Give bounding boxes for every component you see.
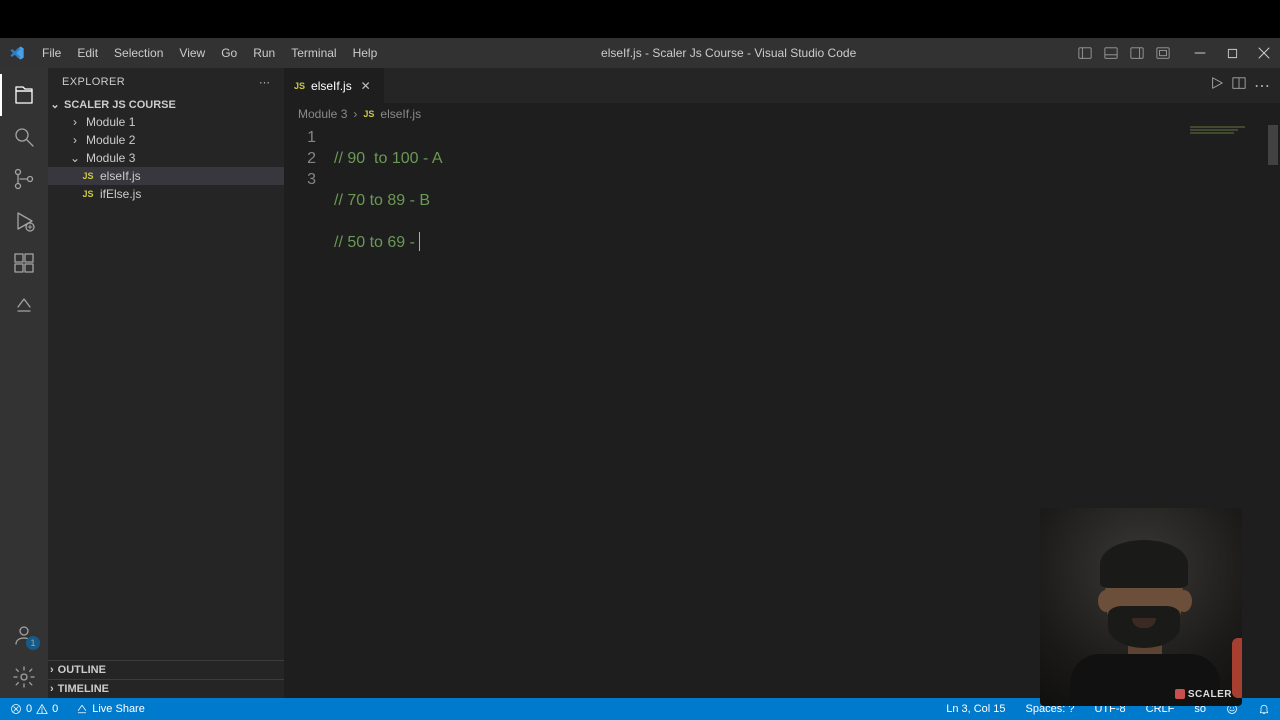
chevron-down-icon: ⌄: [70, 151, 80, 165]
maximize-button[interactable]: [1216, 38, 1248, 68]
vertical-scrollbar[interactable]: [1266, 125, 1280, 698]
scaler-logo: SCALER: [1175, 689, 1232, 700]
chevron-right-icon: ›: [70, 115, 80, 129]
explorer-label: EXPLORER: [62, 76, 125, 88]
status-live-share[interactable]: Live Share: [72, 703, 149, 715]
chevron-down-icon: ⌄: [50, 98, 60, 111]
status-problems[interactable]: 0 0: [6, 703, 62, 715]
panel-right-icon[interactable]: [1124, 38, 1150, 68]
menu-view[interactable]: View: [171, 46, 213, 60]
outline-label: OUTLINE: [58, 664, 106, 676]
run-debug-icon[interactable]: [0, 200, 48, 242]
split-editor-icon[interactable]: [1232, 76, 1246, 95]
chevron-right-icon: ›: [50, 683, 54, 695]
folder-label: Module 1: [86, 115, 135, 129]
project-name: SCALER JS COURSE: [64, 99, 176, 111]
menu-go[interactable]: Go: [213, 46, 245, 60]
folder-module3[interactable]: ⌄ Module 3: [48, 149, 284, 167]
tab-elseif[interactable]: JS elseIf.js ✕: [284, 68, 385, 103]
code-line: // 90 to 100 - A: [334, 150, 443, 167]
webcam-overlay: SCALER: [1040, 508, 1242, 706]
project-root[interactable]: ⌄ SCALER JS COURSE: [48, 96, 284, 113]
tab-more-icon[interactable]: ⋯: [1254, 76, 1270, 96]
error-count: 0: [26, 703, 32, 715]
window-title: elseIf.js - Scaler Js Course - Visual St…: [385, 46, 1072, 60]
explorer-more-icon[interactable]: ⋯: [259, 76, 270, 89]
menu-run[interactable]: Run: [245, 46, 283, 60]
extensions-icon[interactable]: [0, 242, 48, 284]
search-icon[interactable]: [0, 116, 48, 158]
outline-section[interactable]: › OUTLINE: [48, 660, 284, 679]
layout-customize-icon[interactable]: [1150, 38, 1176, 68]
file-ifelse[interactable]: JS ifElse.js: [48, 185, 284, 203]
line-gutter: 1 2 3: [284, 125, 334, 698]
timeline-label: TIMELINE: [58, 683, 109, 695]
js-file-icon: JS: [294, 81, 305, 91]
status-cursor[interactable]: Ln 3, Col 15: [942, 703, 1009, 715]
menu-file[interactable]: File: [34, 46, 69, 60]
menu-terminal[interactable]: Terminal: [283, 46, 344, 60]
file-label: ifElse.js: [100, 187, 141, 201]
breadcrumb-folder[interactable]: Module 3: [298, 107, 347, 121]
chevron-right-icon: ›: [50, 664, 54, 676]
panel-left-icon[interactable]: [1072, 38, 1098, 68]
file-elseif[interactable]: JS elseIf.js: [48, 167, 284, 185]
vscode-logo-icon: [0, 45, 34, 61]
editor-tabs: JS elseIf.js ✕ ⋯: [284, 68, 1280, 103]
timeline-section[interactable]: › TIMELINE: [48, 679, 284, 698]
live-share-label: Live Share: [92, 703, 145, 715]
account-badge: 1: [26, 636, 40, 650]
code-line: // 50 to 69 -: [334, 234, 419, 251]
folder-label: Module 3: [86, 151, 135, 165]
panel-bottom-icon[interactable]: [1098, 38, 1124, 68]
chevron-right-icon: ›: [70, 133, 80, 147]
js-file-icon: JS: [82, 188, 94, 200]
folder-module2[interactable]: › Module 2: [48, 131, 284, 149]
text-cursor: [419, 232, 420, 251]
file-label: elseIf.js: [100, 169, 141, 183]
folder-module1[interactable]: › Module 1: [48, 113, 284, 131]
tab-label: elseIf.js: [311, 79, 352, 93]
titlebar: File Edit Selection View Go Run Terminal…: [0, 38, 1280, 68]
breadcrumb-file[interactable]: elseIf.js: [380, 107, 421, 121]
run-file-icon[interactable]: [1210, 76, 1224, 95]
warning-count: 0: [52, 703, 58, 715]
menu-help[interactable]: Help: [345, 46, 386, 60]
status-bell-icon[interactable]: [1254, 703, 1274, 715]
settings-gear-icon[interactable]: [0, 656, 48, 698]
menu-edit[interactable]: Edit: [69, 46, 106, 60]
code-line: // 70 to 89 - B: [334, 192, 430, 209]
explorer-icon[interactable]: [0, 74, 48, 116]
line-number: 1: [284, 127, 316, 148]
js-file-icon: JS: [363, 109, 374, 119]
activity-bar: 1: [0, 68, 48, 698]
tab-close-icon[interactable]: ✕: [358, 78, 374, 94]
js-file-icon: JS: [82, 170, 94, 182]
line-number: 3: [284, 169, 316, 190]
line-number: 2: [284, 148, 316, 169]
chevron-right-icon: ›: [353, 107, 357, 121]
menu-selection[interactable]: Selection: [106, 46, 171, 60]
sidebar-explorer: EXPLORER ⋯ ⌄ SCALER JS COURSE › Module 1…: [48, 68, 284, 698]
folder-label: Module 2: [86, 133, 135, 147]
account-icon[interactable]: 1: [0, 614, 48, 656]
live-share-icon[interactable]: [0, 284, 48, 326]
source-control-icon[interactable]: [0, 158, 48, 200]
minimize-button[interactable]: [1184, 38, 1216, 68]
breadcrumbs[interactable]: Module 3 › JS elseIf.js: [284, 103, 1280, 125]
close-button[interactable]: [1248, 38, 1280, 68]
